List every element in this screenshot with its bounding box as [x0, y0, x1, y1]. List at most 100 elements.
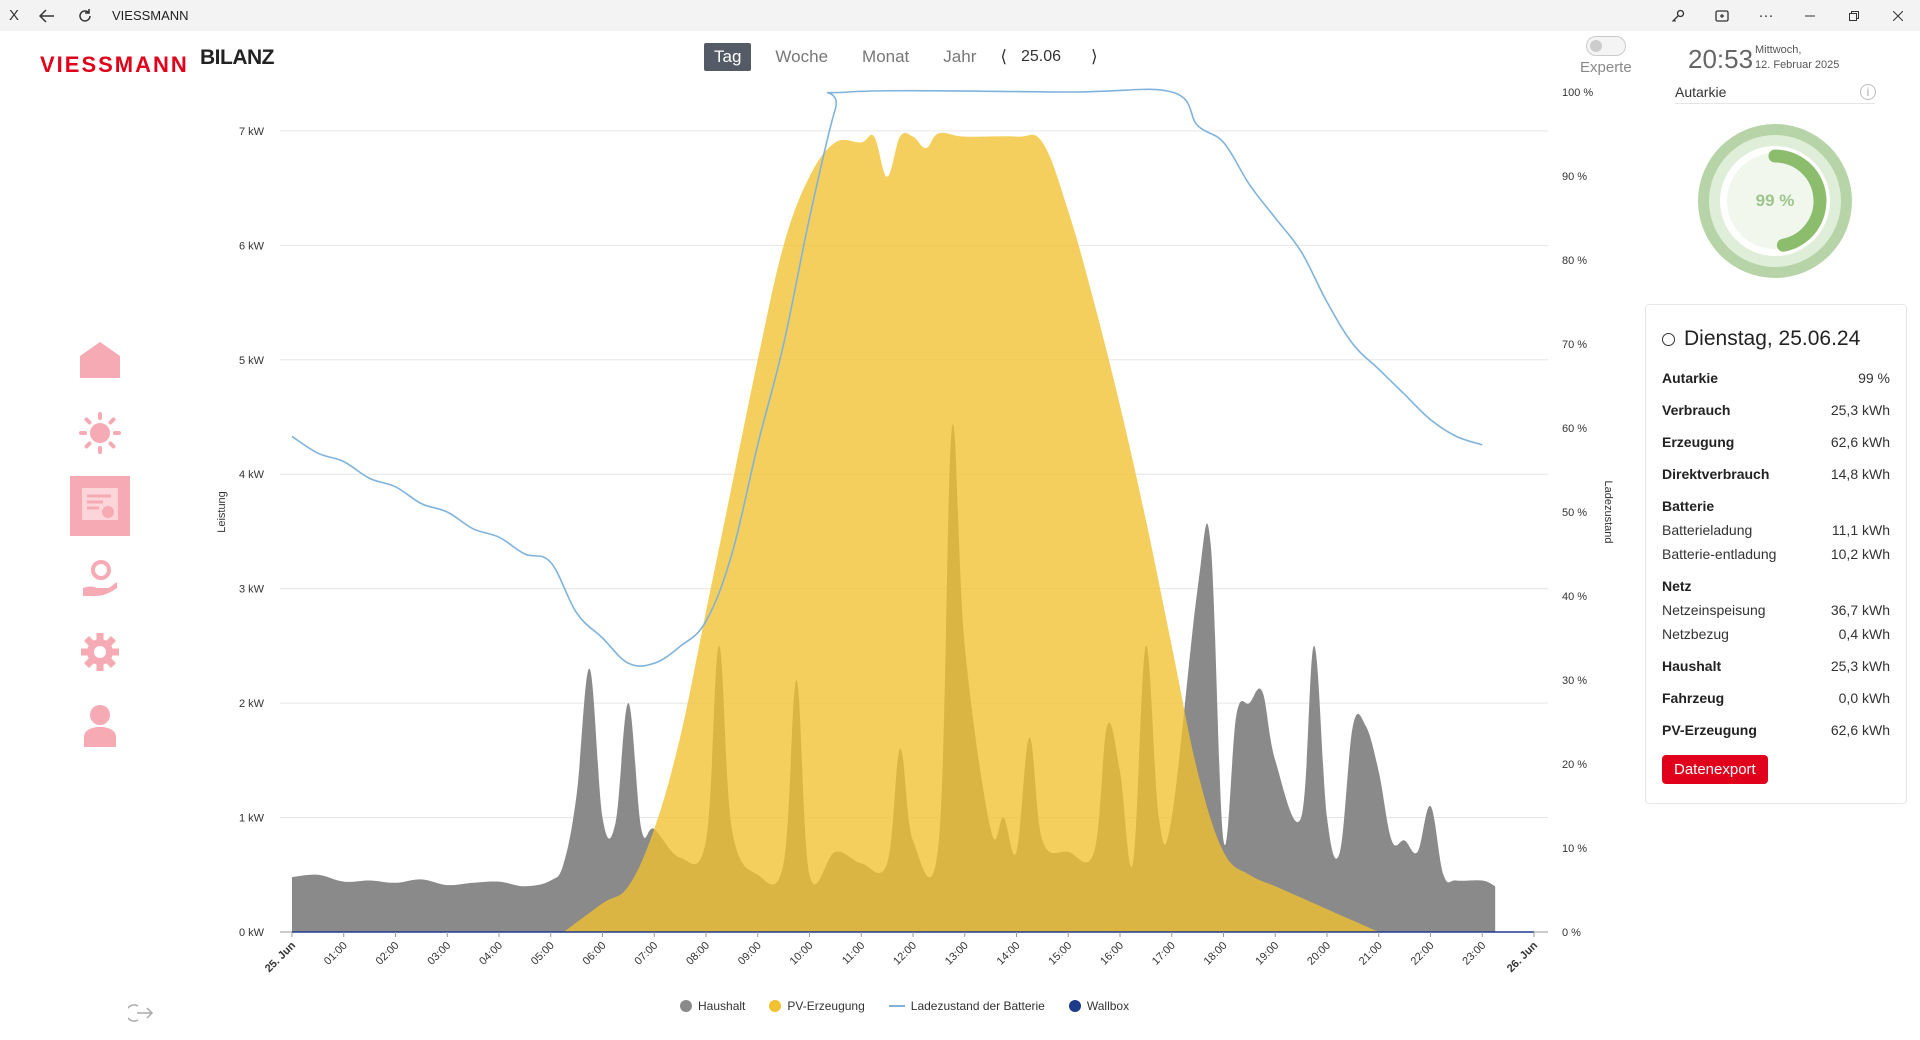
x-tick-label: 13:00	[943, 940, 971, 968]
summary-row: Haushalt 25,3 kWh	[1662, 654, 1890, 678]
x-tick-label: 01:00	[322, 940, 350, 968]
summary-row-label: Batterie	[1662, 498, 1715, 514]
y-tick-label-left: 5 kW	[239, 355, 265, 367]
summary-row-label: Netzbezug	[1662, 626, 1729, 642]
x-tick-label: 17:00	[1150, 940, 1178, 968]
y-tick-label-left: 1 kW	[239, 813, 265, 825]
summary-row-value: 99 %	[1858, 370, 1890, 386]
legend-item-wallbox[interactable]: Wallbox	[1068, 999, 1130, 1013]
x-tick-label: 05:00	[529, 940, 557, 968]
x-tick-label: 25. Jun	[263, 939, 298, 974]
legend-wallbox-marker	[1068, 1000, 1081, 1012]
y-tick-label-right: 10 %	[1562, 843, 1587, 855]
x-tick-label: 20:00	[1305, 940, 1333, 968]
autarkie-title: Autarkie	[1675, 84, 1875, 104]
y-axis-label-left: Leistung	[216, 491, 228, 533]
x-tick-label: 03:00	[425, 940, 453, 968]
summary-heading: Dienstag, 25.06.24	[1684, 327, 1861, 350]
summary-row-label: Netz	[1662, 578, 1692, 594]
x-tick-label: 26. Jun	[1505, 939, 1540, 974]
x-tick-label: 18:00	[1202, 940, 1230, 968]
summary-row: Erzeugung 62,6 kWh	[1662, 430, 1890, 454]
y-tick-label-right: 30 %	[1562, 675, 1587, 687]
legend-pv-label: PV-Erzeugung	[787, 999, 865, 1013]
y-axis-label-right: Ladezustand	[1602, 481, 1614, 544]
restore-icon[interactable]	[1832, 0, 1876, 31]
clock-icon	[1662, 332, 1675, 346]
legend-item-haushalt[interactable]: Haushalt	[680, 999, 745, 1013]
x-tick-label: 07:00	[632, 940, 660, 968]
summary-row-label: Netzeinspeisung	[1662, 602, 1766, 618]
autarkie-gauge: 99 %	[1690, 116, 1860, 286]
summary-row-value: 14,8 kWh	[1830, 466, 1890, 482]
summary-row-value: 62,6 kWh	[1830, 722, 1890, 738]
y-tick-label-left: 4 kW	[239, 469, 265, 481]
summary-row: Verbrauch 25,3 kWh	[1662, 398, 1890, 422]
minimize-icon[interactable]	[1788, 0, 1832, 31]
legend-item-battery[interactable]: Ladezustand der Batterie	[888, 999, 1045, 1013]
data-export-button[interactable]: Datenexport	[1662, 755, 1768, 784]
summary-row-label: Haushalt	[1662, 658, 1722, 674]
summary-row-label: Verbrauch	[1662, 402, 1731, 418]
key-icon[interactable]	[1656, 0, 1700, 31]
y-tick-label-right: 40 %	[1562, 591, 1587, 603]
info-icon[interactable]: i	[1860, 84, 1876, 100]
summary-row: Netzbezug 0,4 kWh	[1662, 622, 1890, 646]
close-icon[interactable]	[1876, 0, 1920, 31]
legend-pv-marker	[769, 1000, 782, 1012]
y-tick-label-left: 0 kW	[239, 927, 265, 939]
y-tick-label-right: 100 %	[1562, 87, 1593, 99]
summary-row: Autarkie 99 %	[1662, 366, 1890, 390]
y-tick-label-right: 60 %	[1562, 423, 1587, 435]
x-tick-label: 12:00	[891, 940, 919, 968]
summary-rows: Autarkie 99 % Verbrauch 25,3 kWh Erzeugung 62…	[1662, 366, 1890, 742]
summary-row-label: PV-Erzeugung	[1662, 722, 1757, 738]
summary-row-value: 0,0 kWh	[1838, 690, 1890, 706]
x-tick-label: 04:00	[477, 940, 505, 968]
x-tick-label: 15:00	[1046, 940, 1074, 968]
clock-date: Mittwoch, 12. Februar 2025	[1755, 43, 1839, 73]
summary-row-label: Batterie-entladung	[1662, 546, 1777, 562]
x-tick-label: 08:00	[684, 940, 712, 968]
more-options-icon[interactable]: ···	[1744, 0, 1788, 31]
summary-row-value: 36,7 kWh	[1830, 602, 1890, 618]
summary-row: Fahrzeug 0,0 kWh	[1662, 686, 1890, 710]
summary-card: Dienstag, 25.06.24 Autarkie 99 % Verbrauch…	[1645, 304, 1907, 804]
summary-row: Netz	[1662, 574, 1890, 598]
summary-row-value: 62,6 kWh	[1830, 434, 1890, 450]
legend-haushalt-label: Haushalt	[698, 999, 746, 1013]
x-tick-label: 14:00	[995, 940, 1023, 968]
summary-row-value: 25,3 kWh	[1830, 402, 1890, 418]
legend-wallbox-label: Wallbox	[1086, 999, 1130, 1013]
x-tick-label: 21:00	[1357, 940, 1385, 968]
y-tick-label-right: 70 %	[1562, 339, 1587, 351]
x-tick-label: 09:00	[736, 940, 764, 968]
y-tick-label-left: 7 kW	[239, 126, 265, 138]
y-tick-label-right: 0 %	[1562, 927, 1581, 939]
summary-row: Direktverbrauch 14,8 kWh	[1662, 462, 1890, 486]
y-tick-label-right: 20 %	[1562, 759, 1587, 771]
cast-icon[interactable]	[1700, 0, 1744, 31]
x-tick-label: 23:00	[1460, 940, 1488, 968]
summary-row-value: 11,1 kWh	[1831, 522, 1890, 538]
summary-row: Netzeinspeisung 36,7 kWh	[1662, 598, 1890, 622]
summary-row: Batterieladung 11,1 kWh	[1662, 518, 1890, 542]
summary-row-label: Fahrzeug	[1662, 690, 1725, 706]
summary-row-label: Batterieladung	[1662, 522, 1753, 538]
summary-row-value: 0,4 kWh	[1838, 626, 1890, 642]
x-tick-label: 19:00	[1253, 940, 1281, 968]
y-tick-label-right: 50 %	[1562, 507, 1587, 519]
legend-item-pv[interactable]: PV-Erzeugung	[769, 999, 865, 1013]
y-tick-label-right: 80 %	[1562, 255, 1587, 267]
logout-icon[interactable]	[125, 1003, 154, 1028]
summary-row-value: 10,2 kWh	[1830, 546, 1890, 562]
x-tick-label: 11:00	[840, 940, 867, 967]
x-tick-label: 10:00	[788, 940, 816, 968]
y-tick-label-left: 2 kW	[239, 698, 265, 710]
clock-full-date: 12. Februar 2025	[1755, 59, 1840, 71]
summary-row-label: Direktverbrauch	[1662, 466, 1770, 482]
summary-row-label: Autarkie	[1662, 370, 1719, 386]
summary-row-value: 25,3 kWh	[1830, 658, 1890, 674]
chart-legend: Haushalt PV-Erzeugung Ladezustand der Ba…	[680, 999, 1153, 1013]
power-chart: 0 kW 1 kW 2 kW 3 kW 4 kW 5 kW 6 kW 7 kW 0 % 10 % 2…	[216, 87, 1614, 975]
